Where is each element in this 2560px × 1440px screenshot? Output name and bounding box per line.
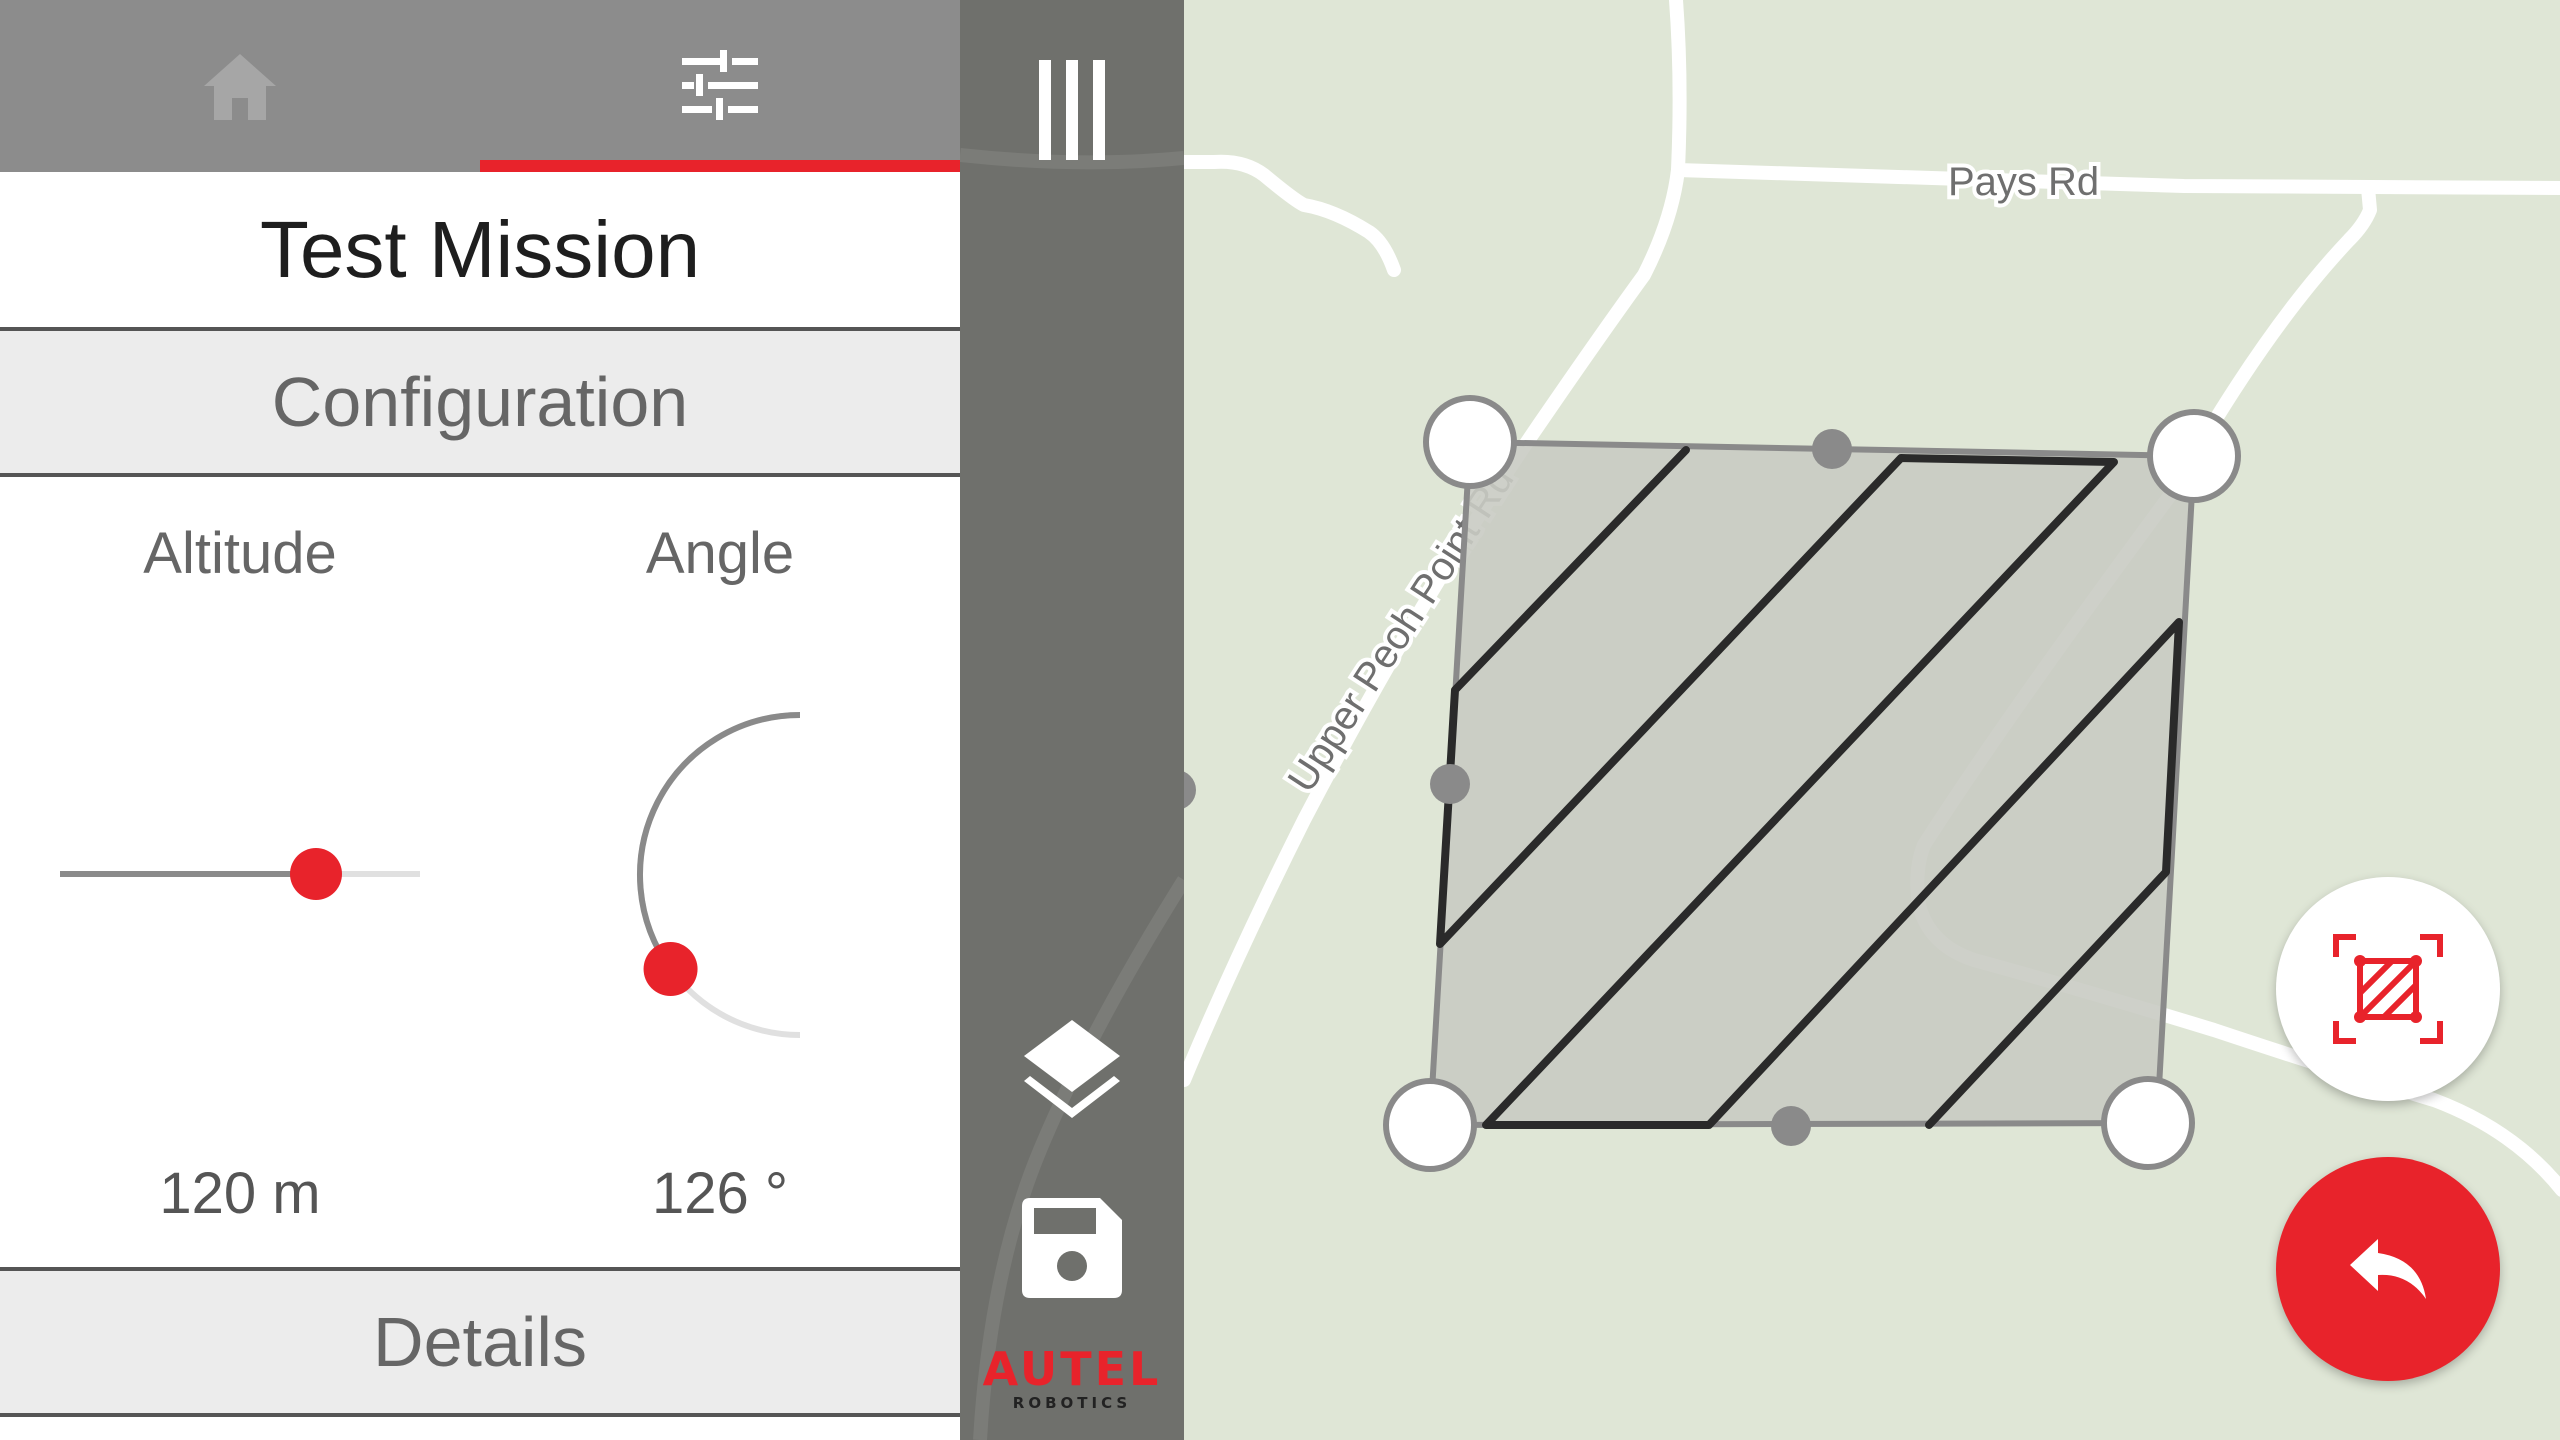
undo-icon [2350, 1239, 2426, 1299]
mission-title: Test Mission [259, 204, 701, 294]
side-toolbar: AUTEL ROBOTICS [960, 0, 1184, 1440]
undo-button[interactable] [2276, 1157, 2500, 1381]
angle-dial[interactable] [620, 700, 820, 1040]
angle-value: 126 ° [651, 1161, 789, 1226]
configuration-header[interactable]: Configuration [0, 327, 960, 477]
edge-midpoint[interactable] [1430, 764, 1470, 804]
edge-midpoint[interactable] [1771, 1106, 1811, 1146]
save-button[interactable] [960, 1196, 1184, 1306]
sliders-icon [682, 50, 758, 120]
road-label-pays-rd: Pays Rd [1948, 160, 2099, 204]
autel-logo: AUTEL ROBOTICS [960, 1346, 1184, 1412]
altitude-value: 120 m [159, 1161, 321, 1226]
tab-settings[interactable] [480, 0, 960, 172]
polygon-vertex[interactable] [2101, 1076, 2195, 1170]
slider-fill [60, 871, 316, 877]
edge-midpoint[interactable] [1812, 429, 1852, 469]
dial-fill [637, 712, 801, 971]
tab-home[interactable] [0, 0, 480, 172]
polygon-vertex[interactable] [2147, 409, 2241, 503]
tab-bar [0, 0, 960, 172]
brand-subtitle: ROBOTICS [1012, 1394, 1132, 1412]
survey-area-icon [2333, 934, 2443, 1044]
save-icon [1022, 1198, 1122, 1298]
active-tab-indicator [480, 160, 960, 172]
altitude-slider[interactable] [60, 846, 420, 902]
angle-label: Angle [645, 521, 795, 586]
polygon-vertex[interactable] [1423, 395, 1517, 489]
menu-icon [1039, 60, 1105, 160]
polygon-vertex[interactable] [1383, 1078, 1477, 1172]
altitude-label: Altitude [143, 521, 337, 586]
slider-thumb[interactable] [289, 848, 342, 900]
details-header[interactable]: Details [0, 1267, 960, 1417]
survey-area-button[interactable] [2276, 877, 2500, 1101]
edge-midpoint[interactable] [1184, 770, 1196, 810]
brand-name: AUTEL [982, 1342, 1162, 1396]
home-icon [204, 54, 276, 120]
menu-button[interactable] [960, 58, 1184, 168]
layers-button[interactable] [960, 1016, 1184, 1126]
mission-panel: Test Mission Configuration Altitude Angl… [0, 0, 960, 1440]
dial-thumb[interactable] [643, 942, 698, 997]
layers-icon [1024, 1020, 1120, 1118]
